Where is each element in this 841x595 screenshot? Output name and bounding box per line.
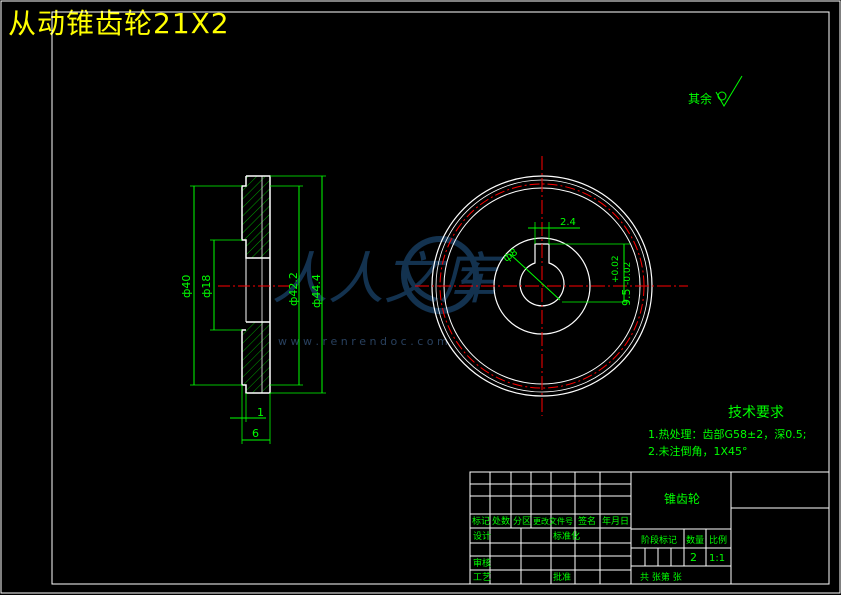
tb-h-mark: 标记 bbox=[472, 515, 490, 527]
front-view: 2.4 ф8 +0.02 9.5 -0.02 bbox=[415, 156, 688, 416]
cad-drawing: 人人文库 w w w . r e n r e n d o c . c o m 其… bbox=[0, 0, 841, 594]
tb-design: 设计 bbox=[473, 530, 491, 542]
dim-w6: 6 bbox=[252, 427, 259, 440]
roughness-note: 其余 bbox=[688, 75, 743, 107]
dim-d44: ф44.4 bbox=[310, 274, 323, 308]
tb-sheets: 共 张第 张 bbox=[640, 571, 682, 583]
tb-qty-label: 数量 bbox=[686, 534, 704, 546]
dim-d18: ф18 bbox=[200, 275, 213, 298]
dim-keyway: 2.4 bbox=[560, 217, 576, 228]
tb-h-zone: 分区 bbox=[513, 516, 531, 527]
tb-h-sign: 签名 bbox=[578, 515, 596, 527]
dim-bore: ф8 bbox=[501, 247, 520, 265]
tb-ratio: 1:1 bbox=[709, 553, 725, 564]
tech-line-1: 1.热处理：齿部G58±2，深0.5; bbox=[648, 427, 806, 441]
tb-stage: 阶段标记 bbox=[641, 534, 677, 546]
roughness-circle-icon bbox=[717, 91, 727, 101]
watermark-url: w w w . r e n r e n d o c . c o m bbox=[278, 335, 448, 348]
tb-ratio-label: 比例 bbox=[709, 534, 727, 546]
tb-process: 工艺 bbox=[473, 572, 491, 583]
tb-review: 审核 bbox=[473, 557, 491, 569]
tb-part-name: 锥齿轮 bbox=[664, 492, 700, 506]
dim-w1: 1 bbox=[257, 406, 264, 419]
tb-approve: 批准 bbox=[553, 571, 571, 583]
dim-tol-value: 9.5 bbox=[620, 289, 633, 307]
dim-d40: ф40 bbox=[180, 275, 193, 298]
watermark-brand: 人人文库 bbox=[272, 247, 504, 312]
tb-standard: 标准化 bbox=[553, 530, 580, 542]
roughness-label: 其余 bbox=[688, 91, 712, 106]
section-hatch-lower bbox=[242, 322, 270, 393]
title-block bbox=[469, 471, 830, 585]
roughness-symbol-icon bbox=[715, 75, 743, 107]
watermark: 人人文库 w w w . r e n r e n d o c . c o m bbox=[272, 236, 504, 348]
tb-h-count: 处数 bbox=[492, 515, 510, 527]
tech-requirements: 技术要求 1.热处理：齿部G58±2，深0.5; 2.未注倒角，1X45° bbox=[648, 405, 806, 458]
tb-qty: 2 bbox=[690, 551, 697, 564]
tech-heading: 技术要求 bbox=[728, 405, 784, 421]
dim-tol-top: +0.02 bbox=[611, 255, 621, 283]
dim-d42: ф42.2 bbox=[287, 272, 300, 306]
tb-h-date: 年月日 bbox=[602, 515, 629, 527]
dim-tol-bottom: -0.02 bbox=[623, 262, 633, 285]
tb-h-doc: 更改文件号 bbox=[533, 516, 573, 526]
tech-line-2: 2.未注倒角，1X45° bbox=[648, 444, 748, 458]
